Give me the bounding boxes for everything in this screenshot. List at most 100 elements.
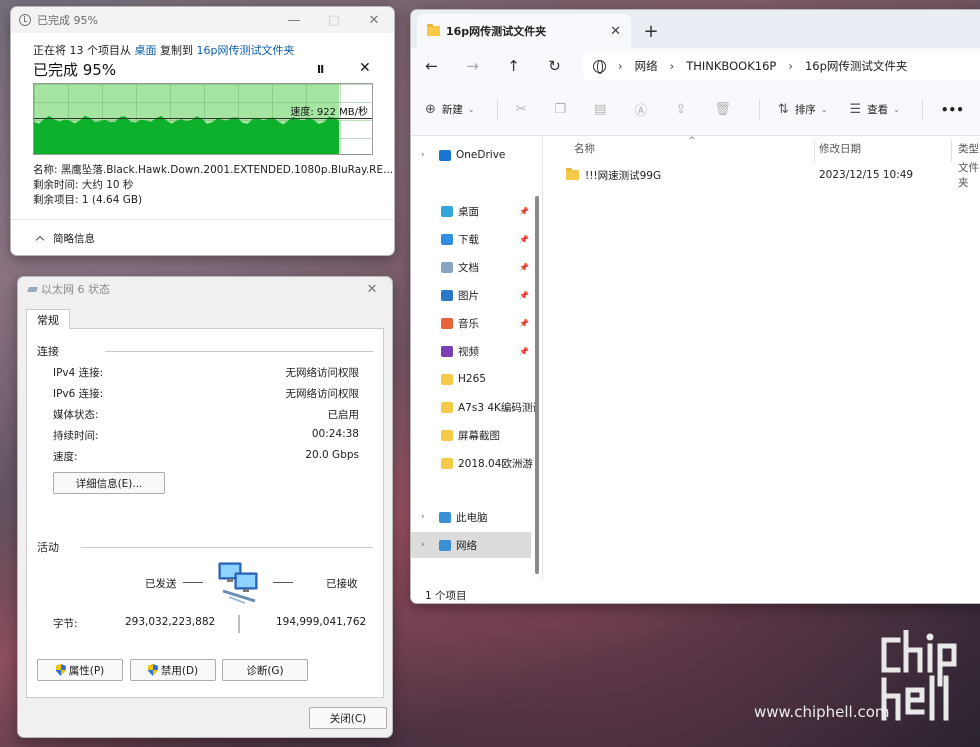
rename-icon: Ⓐ xyxy=(634,104,648,119)
close-tab-icon[interactable]: ✕ xyxy=(610,24,621,39)
command-bar: ⊕ 新建 ⌄ ✂ ❐ ▤ Ⓐ ⇪ 🗑 ⇅ 排序 ⌄ ☰ 查看 ⌄ ••• xyxy=(411,84,980,136)
column-date[interactable]: 修改日期 xyxy=(819,141,861,156)
bytes-label: 字节: xyxy=(53,618,78,630)
file-name: !!!网速测试99G xyxy=(585,169,662,182)
sidebar-item-docs[interactable]: 文档 📌 xyxy=(411,254,535,280)
sidebar-item-label: 屏幕截图 xyxy=(458,429,500,442)
close-icon[interactable]: ✕ xyxy=(352,277,392,301)
sort-button[interactable]: ⇅ 排序 ⌄ xyxy=(778,102,828,117)
folder-icon xyxy=(566,168,579,180)
diagnose-button[interactable]: 诊断(G) xyxy=(222,659,308,681)
column-name[interactable]: 名称 xyxy=(574,141,595,156)
status-bar: 1 个项目 xyxy=(425,590,467,602)
tab-current-folder[interactable]: 16p网传测试文件夹 ✕ xyxy=(417,14,631,48)
chevron-down-icon: ⌄ xyxy=(893,105,900,114)
items-remaining: 剩余项目: 1 (4.64 GB) xyxy=(33,194,143,206)
nav-scrollbar[interactable] xyxy=(535,196,539,574)
copy-description: 正在将 13 个项目从 桌面 复制到 16p网传测试文件夹 xyxy=(33,42,294,58)
network-icon xyxy=(439,539,451,551)
sidebar-item-label: 桌面 xyxy=(458,205,479,218)
up-icon[interactable]: ↑ xyxy=(493,57,534,75)
breadcrumb-network[interactable]: 网络 xyxy=(635,58,658,74)
percent-complete: 已完成 95% xyxy=(33,61,117,79)
sidebar-item-pc[interactable]: › 此电脑 xyxy=(411,504,535,530)
file-row[interactable]: !!!网速测试99G 2023/12/15 10:49 文件夹 xyxy=(566,162,980,189)
file-date: 2023/12/15 10:49 xyxy=(819,169,914,181)
view-label: 查看 xyxy=(867,104,889,116)
new-tab-button[interactable]: + xyxy=(631,14,671,48)
sort-up-icon: ^ xyxy=(688,136,696,146)
sidebar-item-onedrive[interactable]: › OneDrive xyxy=(411,142,535,168)
sidebar-item-folder[interactable]: A7s3 4K编码测试 xyxy=(411,394,535,420)
music-icon xyxy=(441,317,453,329)
activity-group-title: 活动 xyxy=(37,541,59,554)
sidebar-item-label: 下载 xyxy=(458,233,479,246)
folder-icon xyxy=(441,401,453,413)
copy-info: 名称: 黑鹰坠落.Black.Hawk.Down.2001.EXTENDED.1… xyxy=(33,163,393,208)
download-icon xyxy=(441,233,453,245)
pin-icon: 📌 xyxy=(519,234,529,244)
row-value: 无网络访问权限 xyxy=(285,388,360,400)
delete-button: 🗑 xyxy=(714,102,737,117)
divider xyxy=(81,547,373,548)
column-type[interactable]: 类型 xyxy=(958,141,979,156)
copy-title: 已完成 95% xyxy=(37,14,98,27)
share-icon: ⇪ xyxy=(675,102,687,117)
window-controls: — ▢ ✕ xyxy=(274,7,394,33)
sidebar-item-download[interactable]: 下载 📌 xyxy=(411,226,535,252)
close-button[interactable]: 关闭(C) xyxy=(309,707,387,729)
ethernet-title: 以太网 6 状态 xyxy=(41,283,110,296)
sent-label: 已发送 xyxy=(145,578,177,590)
uac-shield-icon xyxy=(55,664,66,676)
sidebar-item-video[interactable]: 视频 📌 xyxy=(411,338,535,364)
sent-dash xyxy=(183,582,203,583)
chevron-right-icon[interactable]: › xyxy=(421,150,433,160)
bytes-separator xyxy=(238,615,240,633)
onedrive-icon xyxy=(439,149,451,161)
sidebar-item-desktop[interactable]: 桌面 📌 xyxy=(411,198,535,224)
sidebar-item-folder[interactable]: 2018.04欧洲游 xyxy=(411,450,535,476)
column-divider[interactable] xyxy=(814,140,815,162)
chevron-down-icon: ⌄ xyxy=(467,105,475,114)
chevron-right-icon[interactable]: › xyxy=(421,512,433,522)
pin-icon: 📌 xyxy=(519,346,529,356)
bytes-sent: 293,032,223,882 xyxy=(125,616,216,628)
speed-label: 速度: 922 MB/秒 xyxy=(290,107,368,118)
sort-icon: ⇅ xyxy=(777,102,789,117)
more-options-button[interactable]: ••• xyxy=(941,103,964,117)
disable-label: 禁用(D) xyxy=(160,664,199,677)
back-icon[interactable]: ← xyxy=(411,57,452,75)
disable-button[interactable]: 禁用(D) xyxy=(130,659,216,681)
source-link[interactable]: 桌面 xyxy=(135,44,157,57)
folder-icon xyxy=(441,429,453,441)
details-button[interactable]: 详细信息(E)... xyxy=(53,472,165,494)
address-bar[interactable]: › 网络 › THINKBOOK16P › 16p网传测试文件夹 xyxy=(583,52,980,80)
column-divider[interactable] xyxy=(951,140,952,162)
minimize-icon[interactable]: — xyxy=(274,7,314,33)
copy-icon: ❐ xyxy=(554,102,567,117)
sidebar-item-music[interactable]: 音乐 📌 xyxy=(411,310,535,336)
chevron-right-icon: › xyxy=(618,59,623,73)
cancel-copy-button[interactable]: ✕ xyxy=(359,60,371,76)
sidebar-item-network[interactable]: › 网络 xyxy=(411,532,531,558)
new-button[interactable]: ⊕ 新建 ⌄ xyxy=(425,102,475,117)
breadcrumb-host[interactable]: THINKBOOK16P xyxy=(686,59,776,73)
paste-button: ▤ xyxy=(594,102,612,117)
destination-link[interactable]: 16p网传测试文件夹 xyxy=(197,44,295,57)
sidebar-item-folder[interactable]: H265 xyxy=(411,366,535,392)
pause-button[interactable]: II xyxy=(317,63,324,76)
view-button[interactable]: ☰ 查看 ⌄ xyxy=(850,102,900,117)
properties-button[interactable]: 属性(P) xyxy=(37,659,123,681)
sort-label: 排序 xyxy=(794,104,816,116)
pictures-icon xyxy=(441,289,453,301)
breadcrumb-folder[interactable]: 16p网传测试文件夹 xyxy=(805,58,907,74)
chevron-right-icon[interactable]: › xyxy=(421,540,433,550)
sidebar-item-pictures[interactable]: 图片 📌 xyxy=(411,282,535,308)
refresh-icon[interactable]: ↻ xyxy=(534,57,575,75)
tab-general[interactable]: 常规 xyxy=(26,309,70,329)
pin-icon: 📌 xyxy=(519,290,529,300)
sidebar-item-label: 音乐 xyxy=(458,317,479,330)
close-icon[interactable]: ✕ xyxy=(354,7,394,33)
sidebar-item-folder[interactable]: 屏幕截图 xyxy=(411,422,535,448)
less-details-toggle[interactable]: 简略信息 xyxy=(11,219,394,255)
